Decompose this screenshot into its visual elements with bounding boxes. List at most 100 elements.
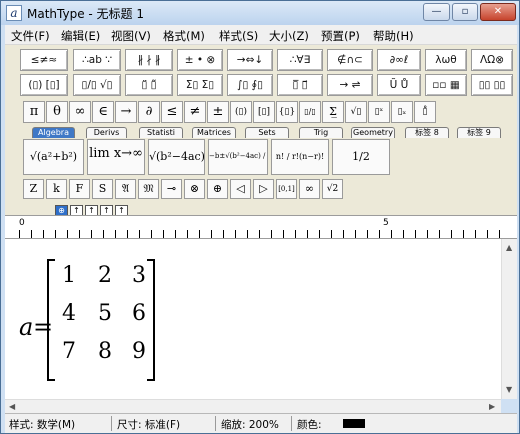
tab-statistics[interactable]: Statisti [139, 127, 183, 138]
menu-view[interactable]: 视图(V) [111, 28, 151, 44]
superscript-template-button[interactable]: ▯ˣ [368, 101, 390, 123]
menu-style[interactable]: 样式(S) [219, 28, 258, 44]
set-theory-palette[interactable]: ∉∩⊂ [327, 49, 373, 71]
root-two-symbol-button[interactable]: √2 [322, 179, 343, 199]
window-title: MathType - 无标题 1 [27, 7, 144, 21]
otimes-symbol-button[interactable]: ⊗ [184, 179, 205, 199]
radical-template-button[interactable]: √▯ [345, 101, 367, 123]
status-separator [111, 416, 112, 431]
arrows-palette[interactable]: →⇔↓ [227, 49, 273, 71]
right-arrow-symbol-button[interactable]: → [115, 101, 137, 123]
tab-label-9[interactable]: 标签 9 [457, 127, 501, 138]
scroll-right-icon[interactable]: ▶ [489, 402, 495, 411]
menu-size[interactable]: 大小(Z) [269, 28, 309, 44]
fractions-radicals-palette[interactable]: ▯/▯ √▯ [73, 74, 121, 96]
minimize-button[interactable]: — [423, 3, 450, 21]
tab-trig[interactable]: Trig [299, 127, 343, 138]
subscript-template-button[interactable]: ▯ₓ [391, 101, 413, 123]
element-of-symbol-button[interactable]: ∈ [92, 101, 114, 123]
maximize-button[interactable]: ▫ [452, 3, 478, 21]
menu-format[interactable]: 格式(M) [163, 28, 205, 44]
greek-lower-palette[interactable]: λωθ [425, 49, 467, 71]
tab-algebra[interactable]: Algebra [32, 127, 75, 138]
close-button[interactable]: ✕ [480, 3, 516, 21]
labeled-arrows-palette[interactable]: → ⇌ [327, 74, 373, 96]
equation-variable: a [19, 313, 34, 341]
subscripts-palette[interactable]: ▯̈ ▯̃ [125, 74, 173, 96]
color-swatch[interactable] [343, 419, 365, 428]
infinity-small-symbol-button[interactable]: ∞ [299, 179, 320, 199]
scroll-left-icon[interactable]: ◀ [9, 402, 15, 411]
oplus-symbol-button[interactable]: ⊕ [207, 179, 228, 199]
integrals-palette[interactable]: ∫▯ ∮▯ [227, 74, 273, 96]
partial-symbol-button[interactable]: ∂ [138, 101, 160, 123]
one-half-template-button[interactable]: 1/2 [332, 139, 390, 175]
status-color-label: 颜色: [297, 419, 322, 431]
not-equal-symbol-button[interactable]: ≠ [184, 101, 206, 123]
tab-geometry[interactable]: Geometry [351, 127, 395, 138]
multimap-symbol-button[interactable]: ⊸ [161, 179, 182, 199]
template-label: lim x→∞ [89, 146, 143, 161]
matrices-palette[interactable]: ▫▫ ▦ [425, 74, 467, 96]
right-triangle-symbol-button[interactable]: ▷ [253, 179, 274, 199]
embellishments-palette[interactable]: ∦ ∤ ∦ [125, 49, 173, 71]
scroll-down-icon[interactable]: ▼ [506, 385, 512, 394]
quadratic-formula-template-button[interactable]: −b±√(b²−4ac) / 2a [208, 139, 268, 175]
brackets-template-button[interactable]: [▯] [253, 101, 275, 123]
menu-preferences[interactable]: 预置(P) [321, 28, 360, 44]
products-palette[interactable]: Ũ Ů [377, 74, 421, 96]
ruler[interactable]: 0 5 [5, 215, 517, 239]
k-symbol-button[interactable]: k [46, 179, 67, 199]
matrix-cell: 5 [98, 301, 112, 326]
template-label: √(a²+b²) [29, 150, 78, 163]
plus-minus-symbol-button[interactable]: ± [207, 101, 229, 123]
equation-editor-area[interactable]: a = 1 2 3 4 5 6 7 8 9 [5, 239, 501, 399]
tab-label-8[interactable]: 标签 8 [405, 127, 449, 138]
discriminant-template-button[interactable]: √(b²−4ac) [148, 139, 205, 175]
matrix-cell: 3 [132, 263, 146, 288]
limit-template-button[interactable]: lim x→∞ [87, 139, 145, 175]
vertical-scrollbar[interactable]: ▲ ▼ [501, 239, 517, 399]
pythagoras-template-button[interactable]: √(a²+b²) [23, 139, 84, 175]
interval-symbol-button[interactable]: [0,1] [276, 179, 297, 199]
combination-template-button[interactable]: n! / r!(n−r)! [271, 139, 329, 175]
greek-upper-palette[interactable]: ΛΩ⊗ [471, 49, 513, 71]
bars-palette[interactable]: ▯̅ ▯⃗ [277, 74, 323, 96]
menu-help[interactable]: 帮助(H) [373, 28, 414, 44]
parentheses-template-button[interactable]: (▯) [230, 101, 252, 123]
fraktur-a-symbol-button[interactable]: 𝔄 [115, 179, 136, 199]
s-symbol-button[interactable]: S [92, 179, 113, 199]
matrix-cell: 9 [132, 339, 146, 364]
fraction-template-button[interactable]: ▯/▯ [299, 101, 321, 123]
integers-symbol-button[interactable]: Z [23, 179, 44, 199]
title-bar[interactable]: a MathType - 无标题 1 — ▫ ✕ [1, 1, 519, 25]
f-symbol-button[interactable]: F [69, 179, 90, 199]
template-label: −b±√(b²−4ac) / 2a [209, 152, 267, 160]
matrix-cell: 2 [98, 263, 112, 288]
logic-palette[interactable]: ∴∀∃ [277, 49, 323, 71]
left-triangle-symbol-button[interactable]: ◁ [230, 179, 251, 199]
menu-edit[interactable]: 编辑(E) [61, 28, 100, 44]
summation-template-button[interactable]: Σ̲ [322, 101, 344, 123]
pi-symbol-button[interactable]: π [23, 101, 45, 123]
menu-file[interactable]: 文件(F) [11, 28, 50, 44]
horizontal-scrollbar[interactable]: ◀ ▶ [5, 399, 501, 413]
fences-palette[interactable]: (▯) [▯] [20, 74, 68, 96]
operators-palette[interactable]: ± • ⊗ [177, 49, 223, 71]
tab-sets[interactable]: Sets [245, 127, 289, 138]
fraktur-m-symbol-button[interactable]: 𝔐 [138, 179, 159, 199]
infinity-symbol-button[interactable]: ∞ [69, 101, 91, 123]
scroll-up-icon[interactable]: ▲ [506, 243, 512, 252]
summation-palette[interactable]: Σ▯ Σ▯ [177, 74, 223, 96]
theta-symbol-button[interactable]: θ [46, 101, 68, 123]
relations-palette[interactable]: ≤≠≈ [20, 49, 68, 71]
mathtype-app-icon: a [6, 5, 22, 21]
misc-symbols-palette[interactable]: ∂∞ℓ [377, 49, 421, 71]
boxes-palette[interactable]: ▯▯ ▯▯ [471, 74, 513, 96]
braces-template-button[interactable]: {▯} [276, 101, 298, 123]
tab-derivs[interactable]: Derivs [86, 127, 127, 138]
accent-template-button[interactable]: ▯̊ [414, 101, 436, 123]
tab-matrices[interactable]: Matrices [192, 127, 236, 138]
spaces-palette[interactable]: ∴ab ∵ [73, 49, 121, 71]
less-equal-symbol-button[interactable]: ≤ [161, 101, 183, 123]
